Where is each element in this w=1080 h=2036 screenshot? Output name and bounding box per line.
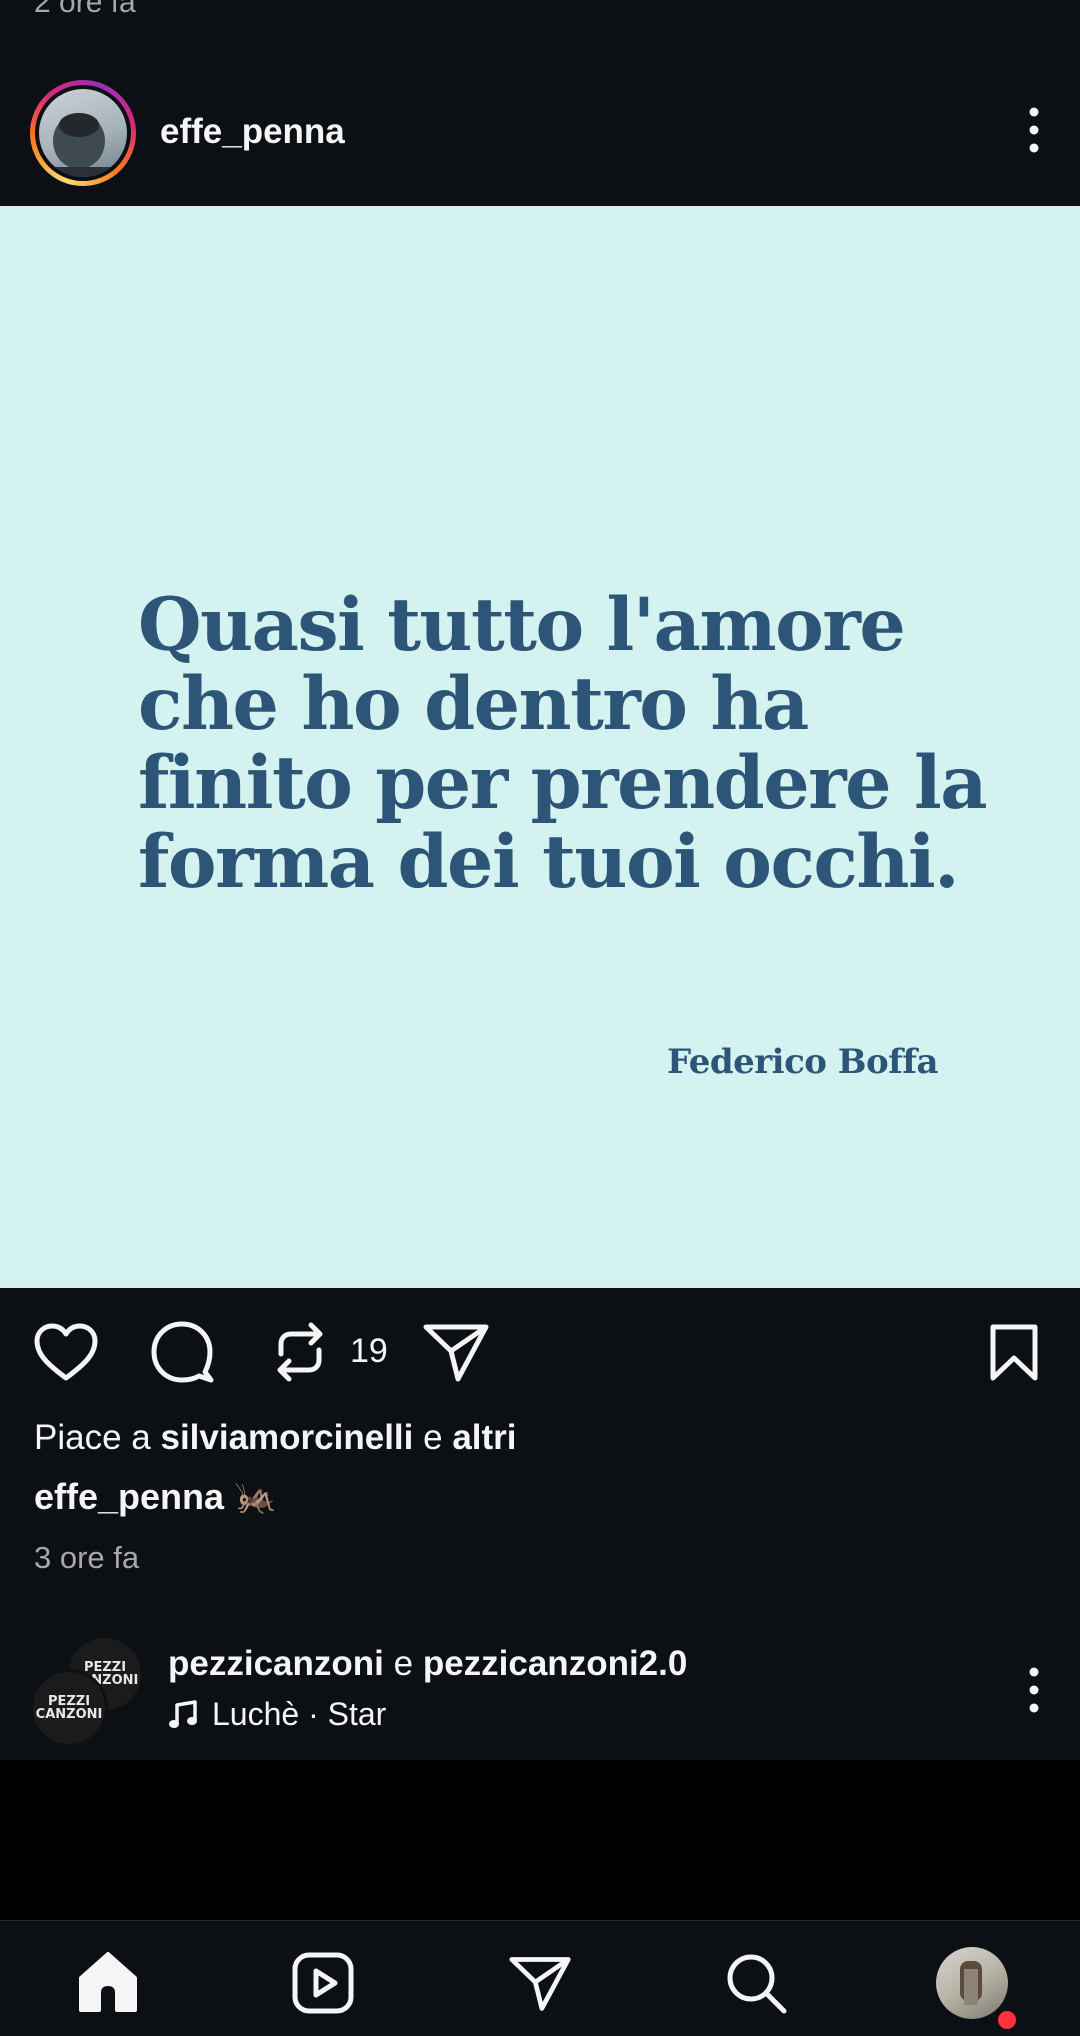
collab-avatars[interactable]: PEZZI CANZONI PEZZI CANZONI: [30, 1635, 146, 1747]
direct-icon: [509, 1957, 571, 2011]
share-icon: [423, 1324, 489, 1382]
search-icon: [727, 1954, 787, 2014]
bottom-navigation: [0, 1920, 1080, 2036]
song-label: Luchè · Star: [212, 1696, 387, 1732]
repost-count: 19: [350, 1332, 388, 1370]
music-info[interactable]: Luchè · Star: [168, 1696, 386, 1733]
post-actions: 19: [0, 1310, 1080, 1394]
collab-user-2[interactable]: pezzicanzoni2.0: [423, 1644, 688, 1683]
post-caption: effe_penna 🦗: [34, 1476, 276, 1518]
next-more-options-icon[interactable]: [1016, 1660, 1052, 1720]
heart-icon: [34, 1323, 98, 1381]
quote-author: Federico Boffa: [666, 1042, 939, 1082]
avatar-photo: [39, 89, 127, 177]
media-placeholder: [0, 1760, 1080, 1920]
nav-reels[interactable]: [283, 1943, 363, 2023]
instagram-feed: 2 ore fa effe_penna Quasi tutto l'amore …: [0, 0, 1080, 2036]
comment-icon: [151, 1321, 214, 1383]
likes-conj: e: [423, 1418, 443, 1457]
like-button[interactable]: [30, 1316, 102, 1388]
caption-username[interactable]: effe_penna: [34, 1476, 224, 1518]
collab-conj: e: [393, 1644, 414, 1683]
more-options-icon[interactable]: [1016, 100, 1052, 160]
story-avatar[interactable]: [30, 80, 136, 186]
avatar-pezzicanzoni: PEZZI CANZONI: [30, 1669, 108, 1747]
music-note-icon: [169, 1699, 197, 1728]
nav-direct[interactable]: [500, 1943, 580, 2023]
collab-user-1[interactable]: pezzicanzoni: [168, 1644, 384, 1683]
quote-text: Quasi tutto l'amore che ho dentro ha fin…: [138, 582, 988, 905]
post-timestamp: 3 ore fa: [34, 1540, 140, 1575]
post-image[interactable]: Quasi tutto l'amore che ho dentro ha fin…: [0, 206, 1080, 1288]
profile-notification-dot: [995, 2008, 1019, 2032]
likes-summary[interactable]: Piace a silviamorcinelli e altri: [34, 1418, 517, 1458]
nav-search[interactable]: [716, 1943, 796, 2023]
bookmark-icon: [990, 1324, 1038, 1381]
repost-icon: [277, 1322, 323, 1382]
previous-post-timestamp: 2 ore fa: [34, 0, 136, 19]
save-button[interactable]: [978, 1316, 1050, 1388]
caption-emoji: 🦗: [234, 1478, 277, 1516]
collab-title[interactable]: pezzicanzoni e pezzicanzoni2.0: [168, 1644, 687, 1684]
nav-home[interactable]: [68, 1943, 148, 2023]
share-button[interactable]: [420, 1316, 492, 1388]
post-username[interactable]: effe_penna: [160, 112, 345, 152]
comment-button[interactable]: [146, 1316, 218, 1388]
repost-button[interactable]: [264, 1316, 336, 1388]
home-icon: [79, 1952, 137, 2012]
profile-avatar: [936, 1947, 1008, 2019]
liker-username[interactable]: silviamorcinelli: [160, 1418, 413, 1457]
next-post-header: PEZZI CANZONI PEZZI CANZONI pezzicanzoni…: [0, 1630, 1080, 1750]
likes-others[interactable]: altri: [452, 1418, 516, 1457]
reels-icon: [292, 1952, 354, 2014]
post-header: effe_penna: [0, 70, 1080, 196]
likes-prefix: Piace a: [34, 1418, 151, 1457]
